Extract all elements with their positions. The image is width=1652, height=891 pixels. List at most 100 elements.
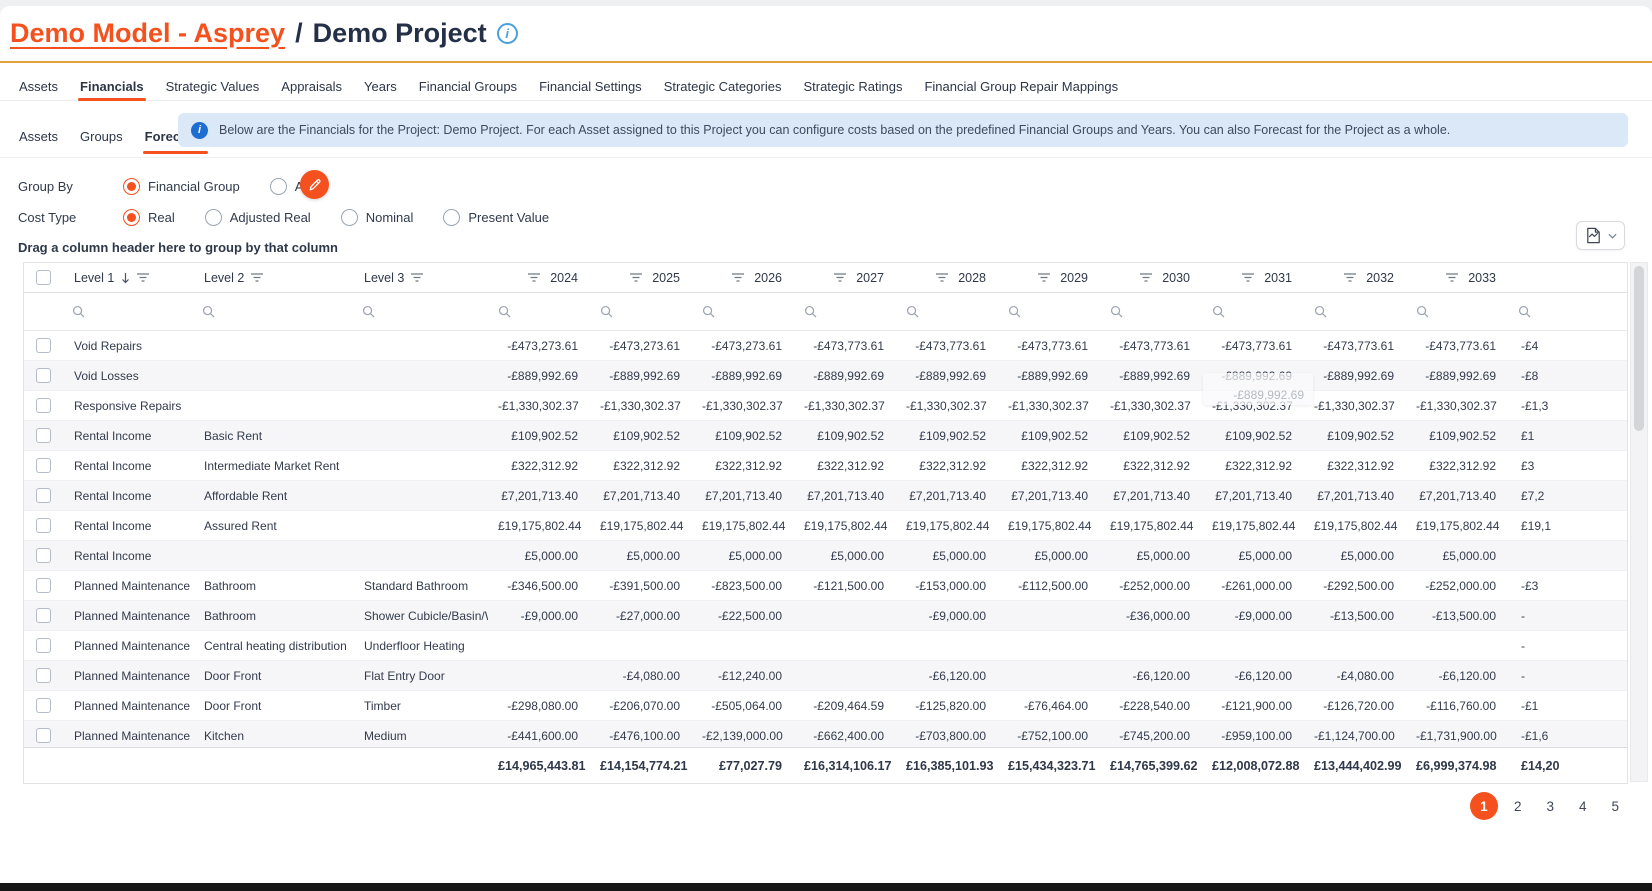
table-row[interactable]: Rental IncomeAssured Rent£19,175,802.44£…	[24, 511, 1627, 541]
radio-present-value[interactable]: Present Value	[443, 209, 549, 226]
filter-cell-2031[interactable]	[1202, 293, 1304, 330]
column-header-level-3[interactable]: Level 3	[352, 271, 488, 285]
table-row[interactable]: Rental Income£5,000.00£5,000.00£5,000.00…	[24, 541, 1627, 571]
table-row[interactable]: Planned MaintenanceDoor FrontFlat Entry …	[24, 661, 1627, 691]
main-tab-assets[interactable]: Assets	[8, 73, 69, 100]
filter-cell-level-1[interactable]	[62, 293, 192, 330]
row-checkbox[interactable]	[36, 518, 51, 533]
scrollbar-thumb[interactable]	[1634, 266, 1644, 431]
filter-icon[interactable]	[251, 273, 263, 282]
filter-icon[interactable]	[1242, 273, 1254, 282]
table-row[interactable]: Rental IncomeAffordable Rent£7,201,713.4…	[24, 481, 1627, 511]
column-header-2029[interactable]: 2029	[998, 271, 1100, 285]
page-button-1[interactable]: 1	[1470, 792, 1498, 820]
page-button-5[interactable]: 5	[1602, 794, 1628, 819]
table-row[interactable]: Rental IncomeIntermediate Market Rent£32…	[24, 451, 1627, 481]
filter-icon[interactable]	[834, 273, 846, 282]
export-button[interactable]	[1576, 221, 1625, 250]
page-button-2[interactable]: 2	[1505, 794, 1531, 819]
filter-cell-2026[interactable]	[692, 293, 794, 330]
filter-cell-level-3[interactable]	[352, 293, 488, 330]
column-header-2026[interactable]: 2026	[692, 271, 794, 285]
main-tab-strategic-ratings[interactable]: Strategic Ratings	[792, 73, 913, 100]
filter-cell-level-2[interactable]	[192, 293, 352, 330]
column-header-2024[interactable]: 2024	[488, 271, 590, 285]
filter-cell-2027[interactable]	[794, 293, 896, 330]
row-checkbox[interactable]	[36, 668, 51, 683]
main-tab-strategic-values[interactable]: Strategic Values	[155, 73, 271, 100]
table-row[interactable]: Planned MaintenanceKitchenMedium-£441,60…	[24, 721, 1627, 747]
edit-group-button[interactable]	[300, 170, 329, 199]
filter-icon[interactable]	[1038, 273, 1050, 282]
radio-adjusted-real[interactable]: Adjusted Real	[205, 209, 311, 226]
column-header-2032[interactable]: 2032	[1304, 271, 1406, 285]
row-checkbox[interactable]	[36, 638, 51, 653]
row-checkbox[interactable]	[36, 428, 51, 443]
main-tab-appraisals[interactable]: Appraisals	[270, 73, 353, 100]
row-checkbox[interactable]	[36, 548, 51, 563]
page-button-4[interactable]: 4	[1570, 794, 1596, 819]
table-row[interactable]: Planned MaintenanceBathroomShower Cubicl…	[24, 601, 1627, 631]
filter-icon[interactable]	[411, 273, 423, 282]
column-header-level-2[interactable]: Level 2	[192, 271, 352, 285]
cell-2025: -£473,273.61	[590, 339, 692, 353]
main-tab-financials[interactable]: Financials	[69, 73, 155, 100]
filter-icon[interactable]	[528, 273, 540, 282]
filter-cell-2024[interactable]	[488, 293, 590, 330]
group-panel-hint[interactable]: Drag a column header here to group by th…	[18, 240, 338, 255]
filter-icon[interactable]	[630, 273, 642, 282]
main-tab-financial-settings[interactable]: Financial Settings	[528, 73, 653, 100]
project-info-icon[interactable]: i	[497, 23, 518, 44]
row-checkbox[interactable]	[36, 368, 51, 383]
sub-tab-assets[interactable]: Assets	[8, 120, 69, 156]
filter-icon[interactable]	[1344, 273, 1356, 282]
main-tab-years[interactable]: Years	[353, 73, 408, 100]
row-checkbox[interactable]	[36, 398, 51, 413]
column-header-2033[interactable]: 2033	[1406, 271, 1508, 285]
table-row[interactable]: Void Repairs-£473,273.61-£473,273.61-£47…	[24, 331, 1627, 361]
main-tab-financial-groups[interactable]: Financial Groups	[408, 73, 528, 100]
table-row[interactable]: Void Losses-£889,992.69-£889,992.69-£889…	[24, 361, 1627, 391]
filter-icon[interactable]	[936, 273, 948, 282]
page-button-3[interactable]: 3	[1537, 794, 1563, 819]
radio-financial-group[interactable]: Financial Group	[123, 178, 240, 195]
row-checkbox[interactable]	[36, 608, 51, 623]
vertical-scrollbar[interactable]	[1630, 262, 1648, 782]
filter-cell-2033[interactable]	[1406, 293, 1508, 330]
main-tab-financial-group-repair-mappings[interactable]: Financial Group Repair Mappings	[913, 73, 1129, 100]
filter-icon[interactable]	[137, 273, 149, 282]
filter-cell-2030[interactable]	[1100, 293, 1202, 330]
row-checkbox[interactable]	[36, 698, 51, 713]
filter-cell-2029[interactable]	[998, 293, 1100, 330]
filter-cell-2032[interactable]	[1304, 293, 1406, 330]
table-row[interactable]: Planned MaintenanceCentral heating distr…	[24, 631, 1627, 661]
filter-cell-clipped[interactable]	[1508, 293, 1627, 330]
main-tab-strategic-categories[interactable]: Strategic Categories	[653, 73, 793, 100]
filter-icon[interactable]	[1446, 273, 1458, 282]
row-checkbox[interactable]	[36, 578, 51, 593]
filter-cell-2025[interactable]	[590, 293, 692, 330]
column-header-2031[interactable]: 2031	[1202, 271, 1304, 285]
sub-tab-groups[interactable]: Groups	[69, 120, 134, 156]
select-all-checkbox[interactable]	[36, 270, 51, 285]
radio-nominal[interactable]: Nominal	[341, 209, 414, 226]
row-checkbox[interactable]	[36, 488, 51, 503]
column-header-2027[interactable]: 2027	[794, 271, 896, 285]
column-header-level-1[interactable]: Level 1	[62, 271, 192, 285]
row-checkbox[interactable]	[36, 338, 51, 353]
row-checkbox[interactable]	[36, 728, 51, 743]
table-row[interactable]: Planned MaintenanceBathroomStandard Bath…	[24, 571, 1627, 601]
breadcrumb-model-link[interactable]: Demo Model - Asprey	[10, 18, 285, 49]
column-header-2028[interactable]: 2028	[896, 271, 998, 285]
table-row[interactable]: Responsive Repairs-£1,330,302.37-£1,330,…	[24, 391, 1627, 421]
table-row[interactable]: Rental IncomeBasic Rent£109,902.52£109,9…	[24, 421, 1627, 451]
filter-icon[interactable]	[732, 273, 744, 282]
radio-real[interactable]: Real	[123, 209, 175, 226]
sort-desc-icon[interactable]	[121, 272, 130, 284]
filter-cell-2028[interactable]	[896, 293, 998, 330]
row-checkbox[interactable]	[36, 458, 51, 473]
filter-icon[interactable]	[1140, 273, 1152, 282]
column-header-2025[interactable]: 2025	[590, 271, 692, 285]
table-row[interactable]: Planned MaintenanceDoor FrontTimber-£298…	[24, 691, 1627, 721]
column-header-2030[interactable]: 2030	[1100, 271, 1202, 285]
